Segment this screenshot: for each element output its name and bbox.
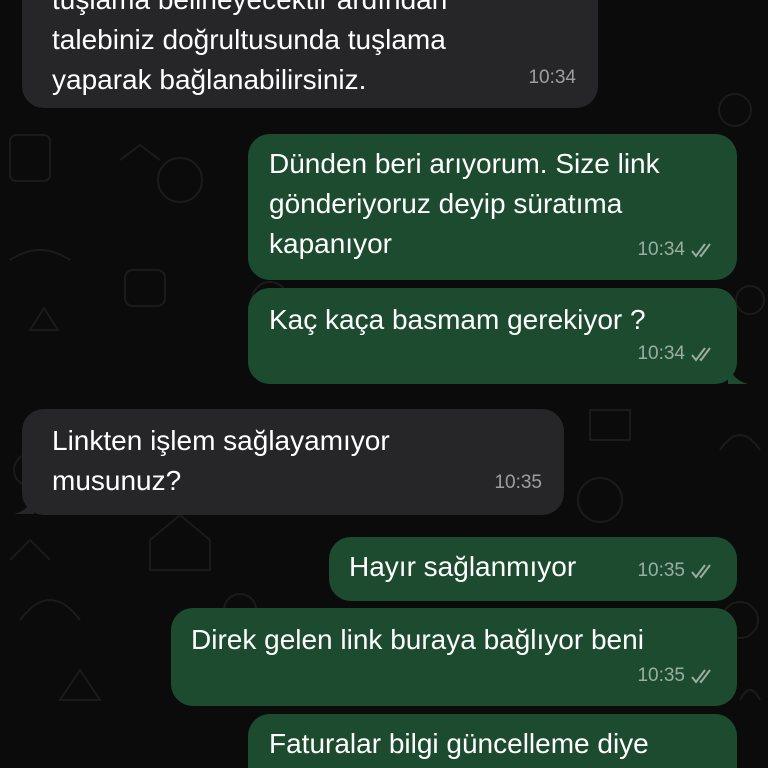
message-meta: 10:35 — [637, 656, 717, 696]
message-text: Dünden beri arıyorum. Size link — [269, 148, 660, 179]
message-bubble-incoming[interactable]: Linkten işlem sağlayamıyor musunuz? 10:3… — [22, 409, 564, 515]
message-text: Kaç kaça basmam gerekiyor ? — [269, 304, 646, 335]
message-text: tuşlama belirleyecektir ardından — [52, 0, 447, 20]
message-time: 10:34 — [528, 67, 576, 88]
message-meta: 10:34 — [637, 334, 717, 374]
double-check-icon — [691, 564, 711, 579]
double-check-icon — [691, 669, 711, 684]
message-time: 10:35 — [637, 665, 685, 686]
message-bubble-incoming[interactable]: tuşlama belirleyecektir ardından talebin… — [22, 0, 598, 108]
double-check-icon — [691, 243, 711, 258]
bubble-tail — [14, 494, 34, 514]
message-text: yaparak bağlanabilirsiniz. — [52, 64, 367, 95]
message-text: Faturalar bilgi güncelleme diye — [269, 728, 649, 759]
message-time: 10:35 — [637, 560, 685, 581]
message-bubble-outgoing[interactable]: Faturalar bilgi güncelleme diye — [248, 714, 737, 768]
message-text: musunuz? — [52, 465, 182, 496]
message-text: Direk gelen link buraya bağlıyor beni — [191, 624, 644, 655]
message-meta: 10:34 — [637, 230, 717, 270]
message-bubble-outgoing[interactable]: Direk gelen link buraya bağlıyor beni 10… — [171, 608, 737, 706]
message-time: 10:35 — [494, 472, 542, 493]
double-check-icon — [691, 347, 711, 362]
message-bubble-outgoing[interactable]: Hayır sağlanmıyor 10:35 — [329, 537, 737, 601]
message-text: talebiniz doğrultusunda tuşlama — [52, 24, 446, 55]
message-time: 10:34 — [637, 239, 685, 260]
message-bubble-outgoing[interactable]: Kaç kaça basmam gerekiyor ? 10:34 — [248, 288, 737, 384]
message-text: kapanıyor — [269, 228, 392, 259]
message-text: Hayır sağlanmıyor — [349, 551, 577, 582]
message-time: 10:34 — [637, 343, 685, 364]
message-meta: 10:35 — [637, 551, 717, 591]
message-meta: 10:34 — [528, 58, 576, 98]
message-text: gönderiyoruz deyip süratıma — [269, 188, 623, 219]
message-text: Linkten işlem sağlayamıyor — [52, 425, 390, 456]
message-bubble-outgoing[interactable]: Dünden beri arıyorum. Size link gönderiy… — [248, 134, 737, 280]
bubble-tail — [728, 364, 748, 384]
message-meta: 10:35 — [494, 463, 542, 503]
